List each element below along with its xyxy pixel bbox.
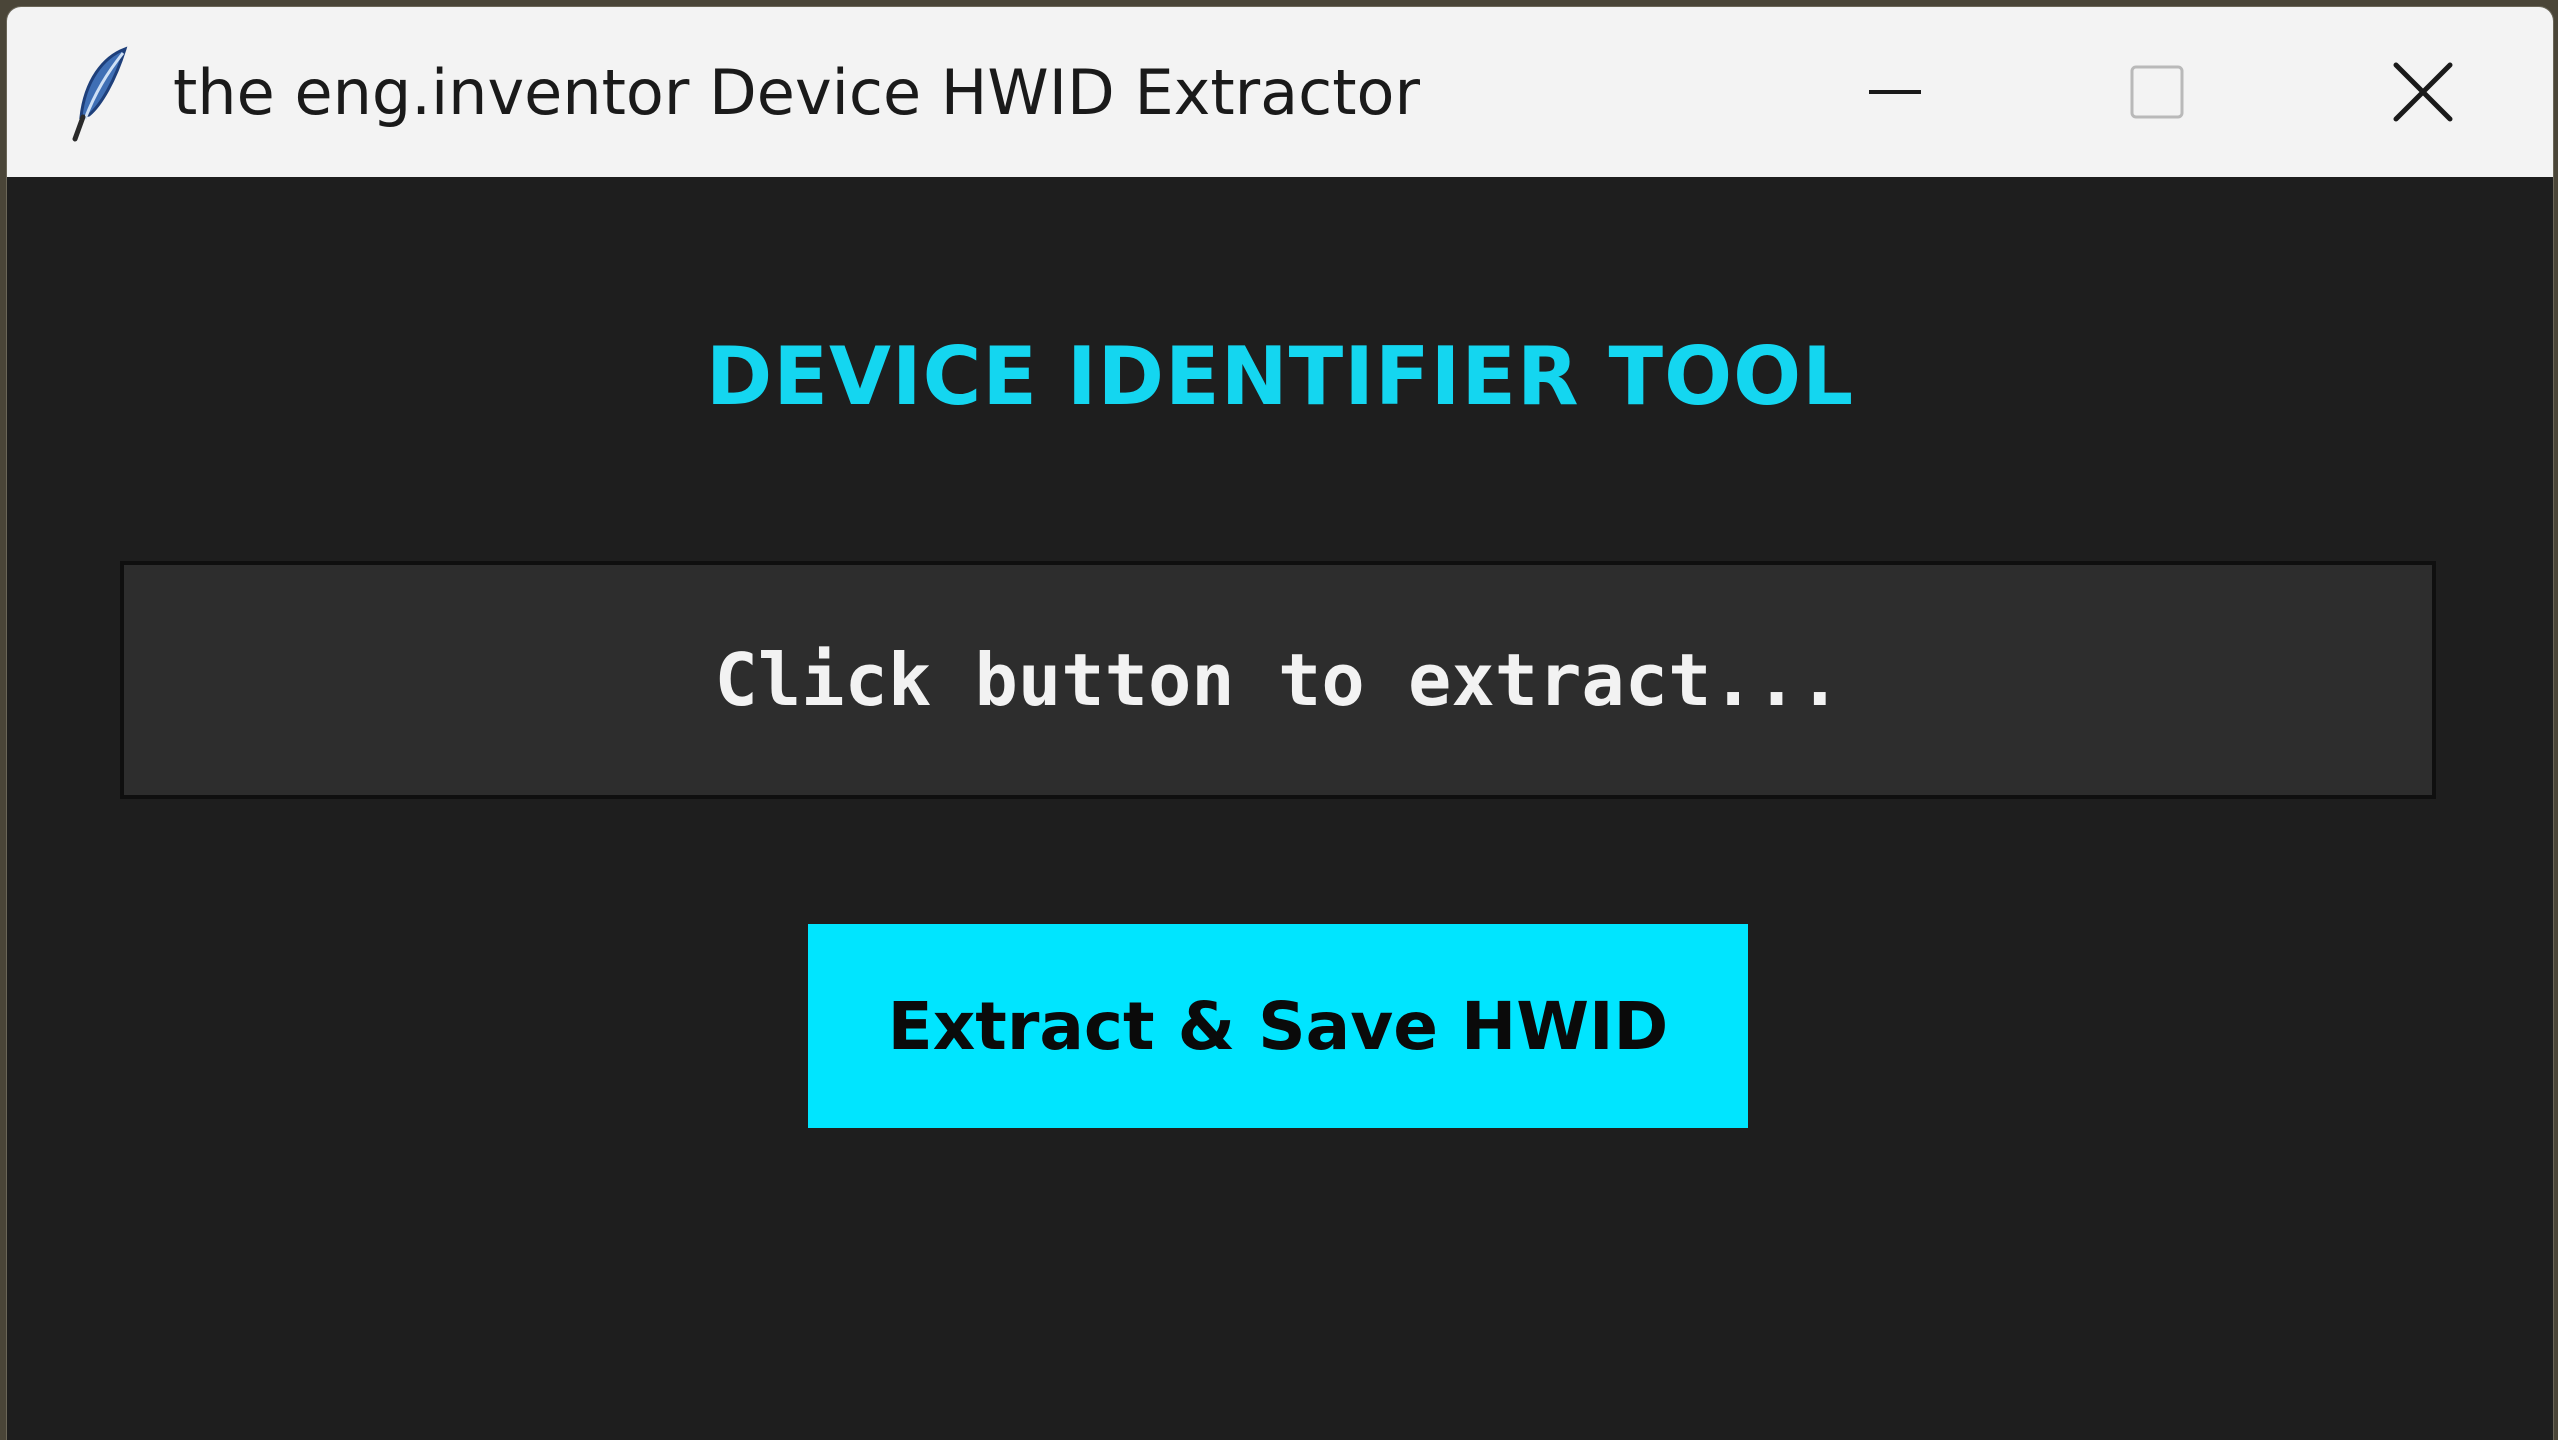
title-bar[interactable]: the eng.inventor Device HWID Extractor [7, 7, 2553, 177]
result-text: Click button to extract... [714, 638, 1842, 722]
maximize-button[interactable] [2087, 37, 2227, 147]
close-button[interactable] [2353, 37, 2493, 147]
close-icon [2392, 61, 2454, 123]
feather-icon [65, 43, 135, 143]
hwid-result-display: Click button to extract... [120, 561, 2436, 799]
main-content: DEVICE IDENTIFIER TOOL Click button to e… [7, 177, 2553, 1440]
app-window: the eng.inventor Device HWID Extractor D… [7, 7, 2553, 1440]
minimize-icon [1865, 87, 1925, 97]
extract-button-label: Extract & Save HWID [887, 987, 1669, 1065]
window-title: the eng.inventor Device HWID Extractor [173, 56, 1420, 129]
maximize-icon [2127, 62, 2187, 122]
extract-save-hwid-button[interactable]: Extract & Save HWID [808, 924, 1748, 1128]
minimize-button[interactable] [1825, 37, 1965, 147]
page-title: DEVICE IDENTIFIER TOOL [705, 330, 1855, 423]
